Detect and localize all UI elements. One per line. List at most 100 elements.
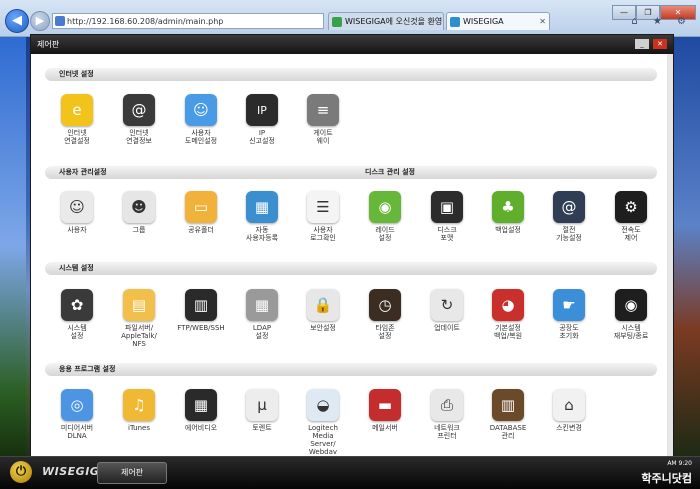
control-panel-item-label: 시스템 설정 [67, 324, 87, 340]
control-panel-item-label: 사용자 [67, 226, 87, 234]
back-button[interactable]: ◀ [5, 9, 29, 33]
group-icon: ☻ [123, 191, 155, 223]
tab-label: WISEGIGA [463, 17, 504, 26]
control-panel-item[interactable]: ◎ 미디어서버 DLNA [47, 389, 107, 440]
control-panel-item[interactable]: ◉ 시스템 재부팅/종료 [601, 289, 661, 340]
control-panel-item[interactable]: ⌂ 스킨변경 [539, 389, 599, 432]
control-panel-item[interactable]: ◕ 기본설정 백업/복원 [478, 289, 538, 340]
watermark-text: 학주니닷컴 [641, 472, 692, 485]
control-panel-item[interactable]: ▦ 자동 사용자등록 [232, 191, 292, 242]
control-panel-item[interactable]: ✿ 시스템 설정 [47, 289, 107, 340]
clock: AM 9:20 [667, 460, 692, 467]
browser-toolbar: ◀ ▶ http://192.168.60.208/admin/main.php… [0, 0, 700, 37]
reboot-icon: ◉ [615, 289, 647, 321]
backup-restore-icon: ◕ [492, 289, 524, 321]
disk-format-icon: ▣ [431, 191, 463, 223]
timezone-clock-icon: ◷ [369, 289, 401, 321]
finder-icon: ☺ [185, 94, 217, 126]
control-panel-item-label: 토렌트 [252, 424, 272, 432]
control-panel-item-label: 사용자 로그확인 [310, 226, 336, 242]
panel-close-button[interactable]: ✕ [653, 39, 667, 49]
control-panel-item-label: 파일서버/ AppleTalk/ NFS [121, 324, 157, 348]
control-panel-item[interactable]: ◷ 타임존 설정 [355, 289, 415, 340]
power-save-icon: @ [553, 191, 585, 223]
control-panel-item[interactable]: @ 절전 기능설정 [539, 191, 599, 242]
control-panel-item-label: 절전 기능설정 [556, 226, 582, 242]
power-icon[interactable]: ⏻ [10, 461, 32, 483]
control-panel-item-label: 스킨변경 [556, 424, 582, 432]
control-panel-item[interactable]: ▥ FTP/WEB/SSH [171, 289, 231, 332]
security-lock-icon: 🔒 [307, 289, 339, 321]
desktop-wallpaper-right [670, 36, 700, 456]
factory-reset-icon: ☛ [553, 289, 585, 321]
control-panel-window: 제어판 _ ✕ 인터넷 설정 e 인터넷 연결설정 @ 인터넷 연결정보 ☺ 사용자 도메인… [30, 34, 674, 458]
control-panel-item[interactable]: ◒ Logitech Media Server/ Webdav [293, 389, 353, 456]
control-panel-item[interactable]: ⚙ 전속도 제어 [601, 191, 661, 242]
torrent-icon: µ [246, 389, 278, 421]
internet-setup-icon: e [61, 94, 93, 126]
tab-favicon-icon [332, 17, 342, 27]
panel-scrollbar[interactable] [667, 54, 673, 457]
page-favicon-icon [55, 16, 65, 26]
control-panel-item-label: 공유폴더 [188, 226, 214, 234]
control-panel-item-label: 에어비디오 [184, 424, 218, 432]
control-panel-item[interactable]: ☛ 공장도 초기화 [539, 289, 599, 340]
control-panel-item[interactable]: ☻ 그룹 [109, 191, 169, 234]
taskbar-control-panel-button[interactable]: 제어판 [97, 462, 167, 484]
logitech-media-icon: ◒ [307, 389, 339, 421]
control-panel-item[interactable]: ☺ 사용자 [47, 191, 107, 234]
air-video-icon: ▦ [185, 389, 217, 421]
address-bar[interactable]: http://192.168.60.208/admin/main.php ▾ ⊠… [52, 13, 324, 29]
panel-title: 제어판 [37, 40, 60, 49]
control-panel-item-label: 보안설정 [310, 324, 336, 332]
control-panel-item[interactable]: ≡ 게이트 웨이 [293, 94, 353, 145]
panel-titlebar: 제어판 _ ✕ [31, 35, 673, 54]
control-panel-item-label: 전속도 제어 [621, 226, 641, 242]
shared-folder-icon: ▭ [185, 191, 217, 223]
control-panel-item[interactable]: ▥ DATABASE 관리 [478, 389, 538, 440]
control-panel-item[interactable]: ♣ 백업설정 [478, 191, 538, 234]
control-panel-item[interactable]: ▭ 공유폴더 [171, 191, 231, 234]
control-panel-item[interactable]: ▣ 디스크 포맷 [417, 191, 477, 242]
section-header: 응용 프로그램 설정 [45, 363, 657, 376]
control-panel-item[interactable]: @ 인터넷 연결정보 [109, 94, 169, 145]
browser-tab-welcome[interactable]: WISEGIGA에 오신것을 환영... [328, 12, 444, 30]
control-panel-item[interactable]: µ 토렌트 [232, 389, 292, 432]
control-panel-item[interactable]: ▦ 에어비디오 [171, 389, 231, 432]
control-panel-item[interactable]: ♫ iTunes [109, 389, 169, 432]
control-panel-item-label: 백업설정 [495, 226, 521, 234]
control-panel-item-label: 레이드 설정 [375, 226, 395, 242]
control-panel-item[interactable]: ☰ 사용자 로그확인 [293, 191, 353, 242]
control-panel-item-label: Logitech Media Server/ Webdav [308, 424, 338, 456]
control-panel-item-label: 인터넷 연결설정 [64, 129, 90, 145]
system-settings-icon: ✿ [61, 289, 93, 321]
control-panel-item-label: 메일서버 [372, 424, 398, 432]
tab-favicon-icon [450, 17, 460, 27]
database-icon: ▥ [492, 389, 524, 421]
section-header: 사용자 관리설정 디스크 관리 설정 [45, 166, 657, 179]
forward-button[interactable]: ▶ [30, 11, 50, 31]
control-panel-item[interactable]: ↻ 업데이트 [417, 289, 477, 332]
control-panel-item[interactable]: ▤ 파일서버/ AppleTalk/ NFS [109, 289, 169, 348]
panel-minimize-button[interactable]: _ [635, 39, 649, 49]
control-panel-item-label: iTunes [128, 424, 150, 432]
raid-icon: ◉ [369, 191, 401, 223]
user-log-icon: ☰ [307, 191, 339, 223]
control-panel-item[interactable]: e 인터넷 연결설정 [47, 94, 107, 145]
home-favorites-tools-icons[interactable]: ⌂ ★ ⚙ [631, 16, 692, 27]
control-panel-item[interactable]: ▬ 메일서버 [355, 389, 415, 432]
control-panel-item[interactable]: ▦ LDAP 설정 [232, 289, 292, 340]
section-title: 응용 프로그램 설정 [59, 365, 116, 373]
section-title-secondary: 디스크 관리 설정 [365, 168, 415, 176]
control-panel-item[interactable]: ☺ 사용자 도메인설정 [171, 94, 231, 145]
tab-close-icon[interactable]: ✕ [539, 13, 546, 30]
control-panel-item[interactable]: IP IP 신고설정 [232, 94, 292, 145]
browser-tab-wisegiga[interactable]: WISEGIGA ✕ [446, 12, 550, 30]
control-panel-item[interactable]: ⎙ 네트워크 프린터 [417, 389, 477, 440]
control-panel-item[interactable]: ◉ 레이드 설정 [355, 191, 415, 242]
panel-body: 인터넷 설정 e 인터넷 연결설정 @ 인터넷 연결정보 ☺ 사용자 도메인설정 IP IP 신… [31, 54, 673, 457]
section-title: 사용자 관리설정 [59, 168, 107, 176]
control-panel-item[interactable]: 🔒 보안설정 [293, 289, 353, 332]
user-icon: ☺ [61, 191, 93, 223]
file-server-icon: ▤ [123, 289, 155, 321]
